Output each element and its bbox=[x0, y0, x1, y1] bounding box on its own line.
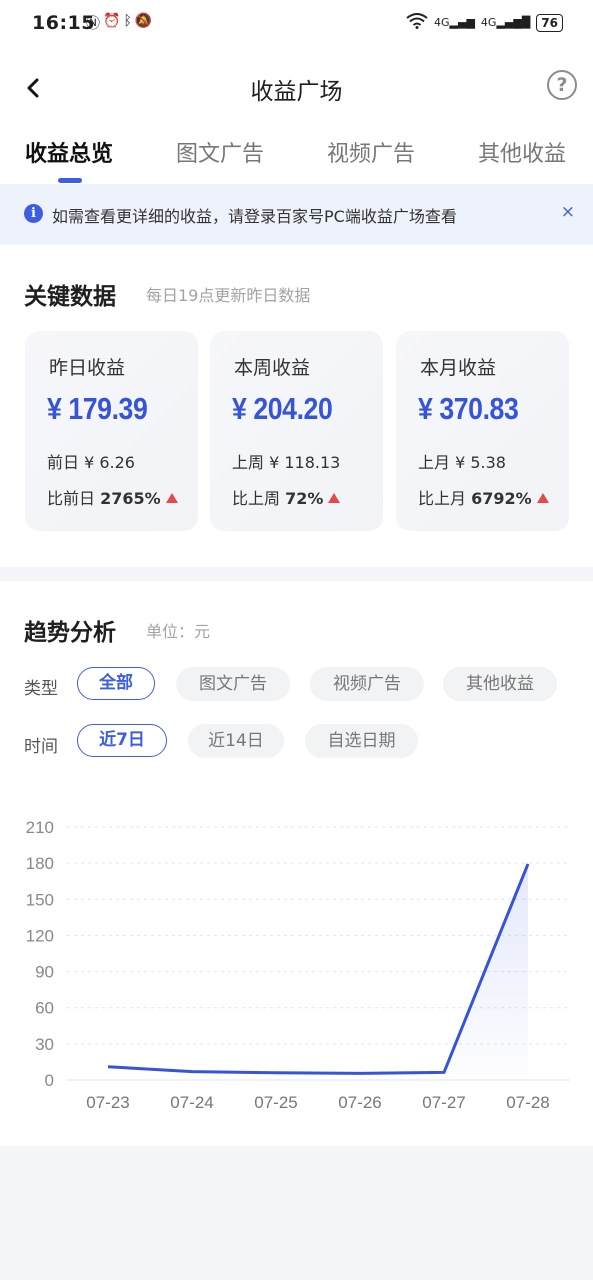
y-tick-label: 210 bbox=[26, 818, 54, 837]
y-tick-label: 150 bbox=[26, 890, 54, 909]
x-tick-label: 07-28 bbox=[506, 1093, 549, 1112]
time-chip-custom[interactable]: 自选日期 bbox=[305, 724, 418, 758]
time-chip-14d[interactable]: 近14日 bbox=[188, 724, 284, 758]
tab-indicator bbox=[58, 178, 82, 183]
trend-chart[interactable]: 0 30 60 90 120 150 180 210 07-23 07-24 07-25 07-26 0… bbox=[0, 811, 593, 1121]
card-previous: 上月 ¥ 5.38 bbox=[418, 453, 506, 472]
card-compare: 比上月 6792% bbox=[418, 485, 549, 509]
card-compare: 比前日 2765% bbox=[47, 485, 178, 509]
x-tick-label: 07-25 bbox=[254, 1093, 297, 1112]
x-tick-label: 07-27 bbox=[422, 1093, 465, 1112]
page-title: 收益广场 bbox=[250, 79, 343, 105]
battery-icon: 76 bbox=[536, 13, 563, 32]
card-amount: ¥ 370.83 bbox=[418, 391, 519, 426]
mute-icon: 🔕 bbox=[134, 13, 153, 29]
card-previous: 前日 ¥ 6.26 bbox=[47, 453, 135, 472]
up-arrow-icon bbox=[328, 493, 341, 503]
status-icons: Ⓝ ⏰ ᛒ 🔕 bbox=[86, 13, 152, 33]
key-data-title: 关键数据 bbox=[24, 284, 116, 310]
tab-video-ads[interactable]: 视频广告 bbox=[327, 136, 415, 168]
key-data-section: 关键数据 每日19点更新昨日数据 昨日收益 ¥ 179.39 前日 ¥ 6.26… bbox=[0, 245, 593, 567]
notice-banner: i 如需查看更详细的收益，请登录百家号PC端收益广场查看 × bbox=[0, 184, 593, 244]
x-tick-label: 07-24 bbox=[170, 1093, 213, 1112]
card-this-week[interactable]: 本周收益 ¥ 204.20 上周 ¥ 118.13 比上周 72% bbox=[210, 331, 383, 531]
y-tick-label: 30 bbox=[35, 1035, 54, 1054]
info-icon: i bbox=[24, 204, 43, 223]
up-arrow-icon bbox=[165, 493, 178, 503]
type-chip-image-text[interactable]: 图文广告 bbox=[176, 667, 290, 701]
card-compare: 比上周 72% bbox=[232, 485, 341, 509]
card-yesterday[interactable]: 昨日收益 ¥ 179.39 前日 ¥ 6.26 比前日 2765% bbox=[25, 331, 198, 531]
notice-text: 如需查看更详细的收益，请登录百家号PC端收益广场查看 bbox=[52, 207, 457, 226]
up-arrow-icon bbox=[536, 493, 549, 503]
wifi-icon bbox=[406, 13, 428, 32]
bluetooth-icon: ᛒ bbox=[123, 13, 132, 29]
tab-bar: 收益总览 图文广告 视频广告 其他收益 bbox=[0, 128, 593, 184]
status-right: 4G▂▄▆ 4G▂▄▆█ 76 bbox=[406, 13, 563, 32]
card-this-month[interactable]: 本月收益 ¥ 370.83 上月 ¥ 5.38 比上月 6792% bbox=[396, 331, 569, 531]
card-previous: 上周 ¥ 118.13 bbox=[232, 453, 341, 472]
alarm-icon: ⏰ bbox=[103, 13, 121, 29]
tab-overview[interactable]: 收益总览 bbox=[25, 136, 113, 168]
type-chip-other[interactable]: 其他收益 bbox=[443, 667, 557, 701]
type-chip-video[interactable]: 视频广告 bbox=[310, 667, 424, 701]
x-tick-label: 07-23 bbox=[86, 1093, 129, 1112]
status-bar: 16:15 Ⓝ ⏰ ᛒ 🔕 4G▂▄▆ 4G▂▄▆█ 76 bbox=[0, 0, 593, 48]
nfc-icon: Ⓝ bbox=[86, 16, 100, 32]
card-title: 昨日收益 bbox=[49, 357, 126, 379]
y-tick-label: 60 bbox=[35, 999, 54, 1018]
trend-title: 趋势分析 bbox=[24, 620, 116, 646]
trend-section: 趋势分析 单位：元 类型 全部 图文广告 视频广告 其他收益 时间 近7日 近1… bbox=[0, 581, 593, 1146]
y-tick-label: 120 bbox=[26, 926, 54, 945]
help-icon[interactable]: ? bbox=[547, 70, 577, 100]
signal-icon: 4G▂▄▆ bbox=[434, 16, 475, 29]
tab-other-income[interactable]: 其他收益 bbox=[478, 136, 566, 168]
card-title: 本月收益 bbox=[420, 357, 497, 379]
key-data-subtitle: 每日19点更新昨日数据 bbox=[146, 286, 311, 305]
y-tick-label: 0 bbox=[45, 1071, 54, 1090]
type-label: 类型 bbox=[24, 679, 58, 699]
card-amount: ¥ 179.39 bbox=[47, 391, 148, 426]
x-tick-label: 07-26 bbox=[338, 1093, 381, 1112]
y-tick-label: 90 bbox=[35, 963, 54, 982]
signal-icon-2: 4G▂▄▆█ bbox=[480, 16, 531, 29]
app-bar: 收益广场 ? bbox=[0, 48, 593, 128]
card-amount: ¥ 204.20 bbox=[232, 391, 333, 426]
time-chip-7d[interactable]: 近7日 bbox=[77, 724, 167, 757]
trend-unit: 单位：元 bbox=[146, 622, 211, 641]
y-tick-label: 180 bbox=[26, 854, 54, 873]
type-chip-all[interactable]: 全部 bbox=[77, 667, 155, 700]
close-icon[interactable]: × bbox=[561, 202, 575, 222]
tab-image-text-ads[interactable]: 图文广告 bbox=[176, 136, 264, 168]
card-title: 本周收益 bbox=[234, 357, 311, 379]
time-label: 时间 bbox=[24, 737, 58, 757]
